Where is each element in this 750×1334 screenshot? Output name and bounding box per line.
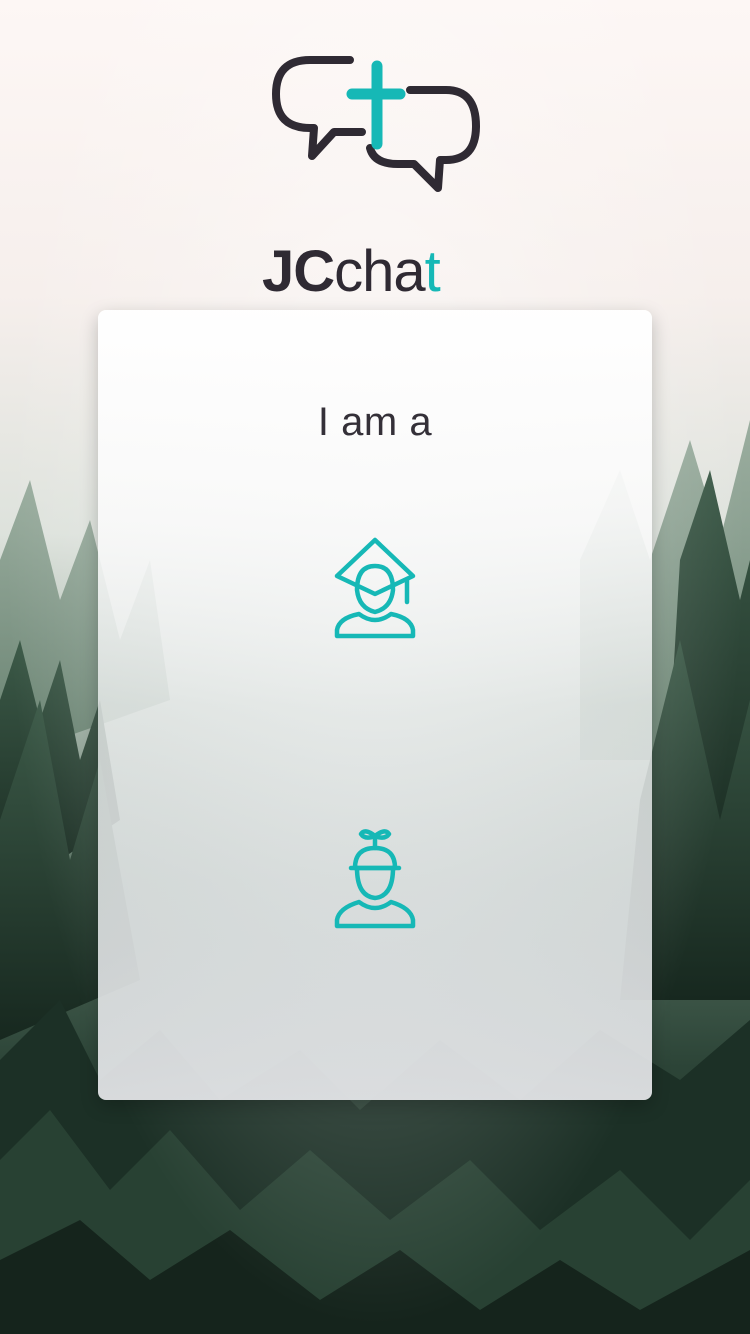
app-logo: JCchat	[262, 52, 488, 304]
propeller-cap-child-icon	[334, 829, 416, 929]
wordmark-t: t	[424, 239, 441, 304]
graduate-person-icon	[334, 537, 416, 639]
app-wordmark: JCchat	[262, 238, 488, 304]
role-select-card: I am a	[98, 310, 652, 1100]
child-role-button[interactable]	[325, 822, 425, 932]
wordmark-jc: JC	[262, 239, 335, 304]
chat-cross-logo-icon	[272, 56, 480, 192]
graduate-role-button[interactable]	[325, 532, 425, 642]
card-title: I am a	[317, 400, 433, 444]
wordmark-cha: cha	[334, 239, 426, 304]
